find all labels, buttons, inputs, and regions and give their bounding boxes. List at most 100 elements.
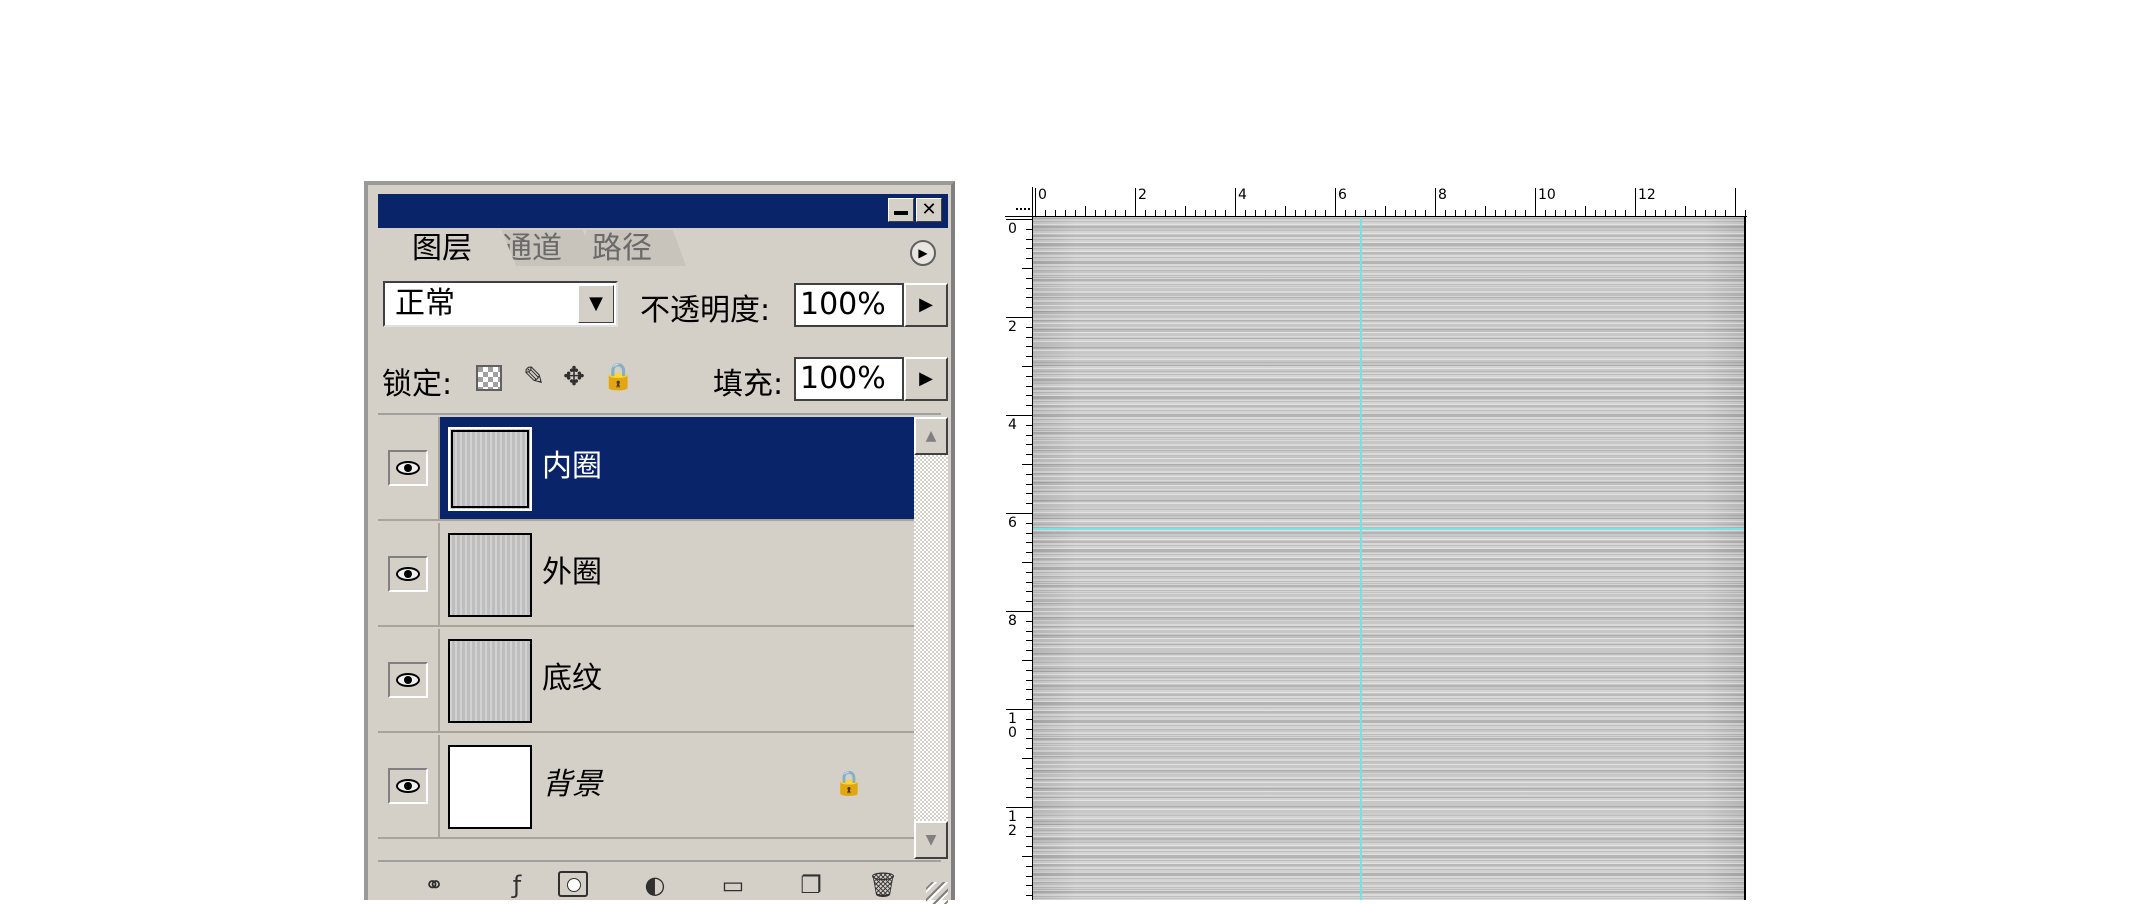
ruler-tick <box>1055 210 1056 216</box>
minimize-icon <box>894 211 908 215</box>
opacity-input[interactable]: 100% <box>794 283 904 327</box>
eye-icon[interactable] <box>388 662 428 698</box>
layer-thumbnail <box>448 427 532 511</box>
ruler-tick <box>1026 248 1032 250</box>
blend-mode-select[interactable]: 正常 ▼ <box>383 281 618 327</box>
ruler-tick <box>1026 846 1032 848</box>
ruler-tick <box>1355 210 1356 216</box>
ruler-tick <box>1026 473 1032 475</box>
ruler-tick <box>1006 709 1032 710</box>
ruler-label: 2 <box>1138 187 1147 203</box>
visibility-cell[interactable] <box>378 417 440 519</box>
close-icon: ✕ <box>921 199 937 220</box>
visibility-cell[interactable] <box>378 735 440 837</box>
ruler-tick <box>1026 552 1032 554</box>
link-layers-icon[interactable]: ⚭ <box>414 871 454 899</box>
layers-bottom-toolbar: ⚭ ƒ ◐ ▭ ❐ 🗑 <box>378 865 948 904</box>
layer-list-scrollbar[interactable]: ▲ ▼ <box>914 417 948 859</box>
eye-icon[interactable] <box>388 768 428 804</box>
layer-row-inner-ring[interactable]: 内圈 <box>378 417 914 521</box>
ruler-tick <box>1675 210 1676 216</box>
layer-row-outer-ring[interactable]: 外圈 <box>378 523 914 627</box>
image-canvas[interactable] <box>1033 217 1746 900</box>
ruler-tick <box>1026 424 1032 426</box>
arrow-down-icon: ▼ <box>925 832 937 848</box>
tab-strip: 路径 通道 图层 ▶ <box>378 228 948 268</box>
tab-layers[interactable]: 图层 <box>396 230 516 266</box>
layer-style-icon[interactable]: ƒ <box>502 871 532 899</box>
ruler-tick <box>1026 650 1032 652</box>
layer-name-area[interactable]: 背景 🔒 <box>440 735 914 837</box>
ruler-tick <box>1145 210 1146 216</box>
ruler-tick <box>1026 787 1032 789</box>
vertical-ruler[interactable]: 0 2 4 6 8 1 0 1 2 <box>1005 217 1033 900</box>
horizontal-ruler[interactable]: 0 2 4 6 8 10 12 <box>1033 187 1747 217</box>
visibility-cell[interactable] <box>378 523 440 625</box>
eye-icon[interactable] <box>388 450 428 486</box>
ruler-tick <box>1065 210 1066 216</box>
ruler-tick <box>1026 699 1032 701</box>
resize-grip[interactable] <box>926 882 948 904</box>
lock-all-icon[interactable]: 🔒 <box>602 363 634 391</box>
ruler-tick <box>1395 210 1396 216</box>
ruler-tick <box>1095 210 1096 216</box>
ruler-tick <box>1205 210 1206 216</box>
ruler-tick <box>1125 210 1126 216</box>
panel-titlebar[interactable]: ✕ <box>378 194 948 228</box>
layer-name-area[interactable]: 底纹 <box>440 629 914 731</box>
ruler-tick <box>1022 660 1032 661</box>
layer-row-background[interactable]: 背景 🔒 <box>378 735 914 839</box>
lock-transparent-pixels-icon[interactable] <box>476 365 502 391</box>
adjustment-layer-icon[interactable]: ◐ <box>640 871 670 899</box>
ruler-tick <box>1635 188 1636 216</box>
ruler-tick <box>1026 895 1032 897</box>
new-layer-icon[interactable]: ❐ <box>796 871 826 899</box>
fill-input[interactable]: 100% <box>794 357 904 401</box>
ruler-tick <box>1625 210 1626 216</box>
ruler-tick <box>1485 206 1486 216</box>
ruler-tick <box>1545 210 1546 216</box>
ruler-tick <box>1022 268 1032 269</box>
lock-position-move-icon[interactable]: ✥ <box>560 363 588 391</box>
delete-layer-trash-icon[interactable]: 🗑 <box>868 871 898 899</box>
ruler-tick <box>1505 210 1506 216</box>
ruler-label: 1 2 <box>1008 809 1017 839</box>
ruler-tick <box>1026 777 1032 779</box>
ruler-tick <box>1585 206 1586 216</box>
ruler-tick <box>1265 210 1266 216</box>
ruler-tick <box>1715 210 1716 216</box>
ruler-tick <box>1525 210 1526 216</box>
ruler-tick <box>1006 219 1032 220</box>
lock-image-pixels-brush-icon[interactable]: ✎ <box>520 363 548 391</box>
ruler-tick <box>1026 287 1032 289</box>
ruler-tick <box>1115 210 1116 216</box>
ruler-tick <box>1555 210 1556 216</box>
vertical-guide-line[interactable] <box>1360 217 1362 900</box>
opacity-slider-button[interactable]: ▶ <box>904 283 948 327</box>
ruler-tick <box>1195 210 1196 216</box>
scroll-down-button[interactable]: ▼ <box>914 821 948 859</box>
scroll-up-button[interactable]: ▲ <box>914 417 948 455</box>
play-circle-icon: ▶ <box>918 246 928 260</box>
eye-icon[interactable] <box>388 556 428 592</box>
layer-row-texture[interactable]: 底纹 <box>378 629 914 733</box>
minimize-button[interactable] <box>888 198 914 222</box>
ruler-origin-corner[interactable] <box>1005 187 1033 217</box>
ruler-tick <box>1215 210 1216 216</box>
fill-slider-button[interactable]: ▶ <box>904 357 948 401</box>
layer-name-area[interactable]: 外圈 <box>440 523 914 625</box>
ruler-label: 10 <box>1538 187 1556 203</box>
close-button[interactable]: ✕ <box>916 198 942 222</box>
ruler-tick <box>1026 395 1032 397</box>
panel-menu-button[interactable]: ▶ <box>910 240 936 266</box>
horizontal-guide-line[interactable] <box>1033 528 1746 530</box>
visibility-cell[interactable] <box>378 629 440 731</box>
document-window: 0 2 4 6 8 10 12 024681 01 2 <box>1005 187 1747 900</box>
ruler-tick <box>1026 601 1032 603</box>
layer-name-area[interactable]: 内圈 <box>440 417 914 519</box>
canvas-edge <box>1744 217 1746 900</box>
ruler-tick <box>1026 277 1032 279</box>
dropdown-arrow-icon[interactable]: ▼ <box>578 285 614 323</box>
add-mask-icon[interactable] <box>558 871 588 897</box>
new-group-folder-icon[interactable]: ▭ <box>718 871 748 899</box>
